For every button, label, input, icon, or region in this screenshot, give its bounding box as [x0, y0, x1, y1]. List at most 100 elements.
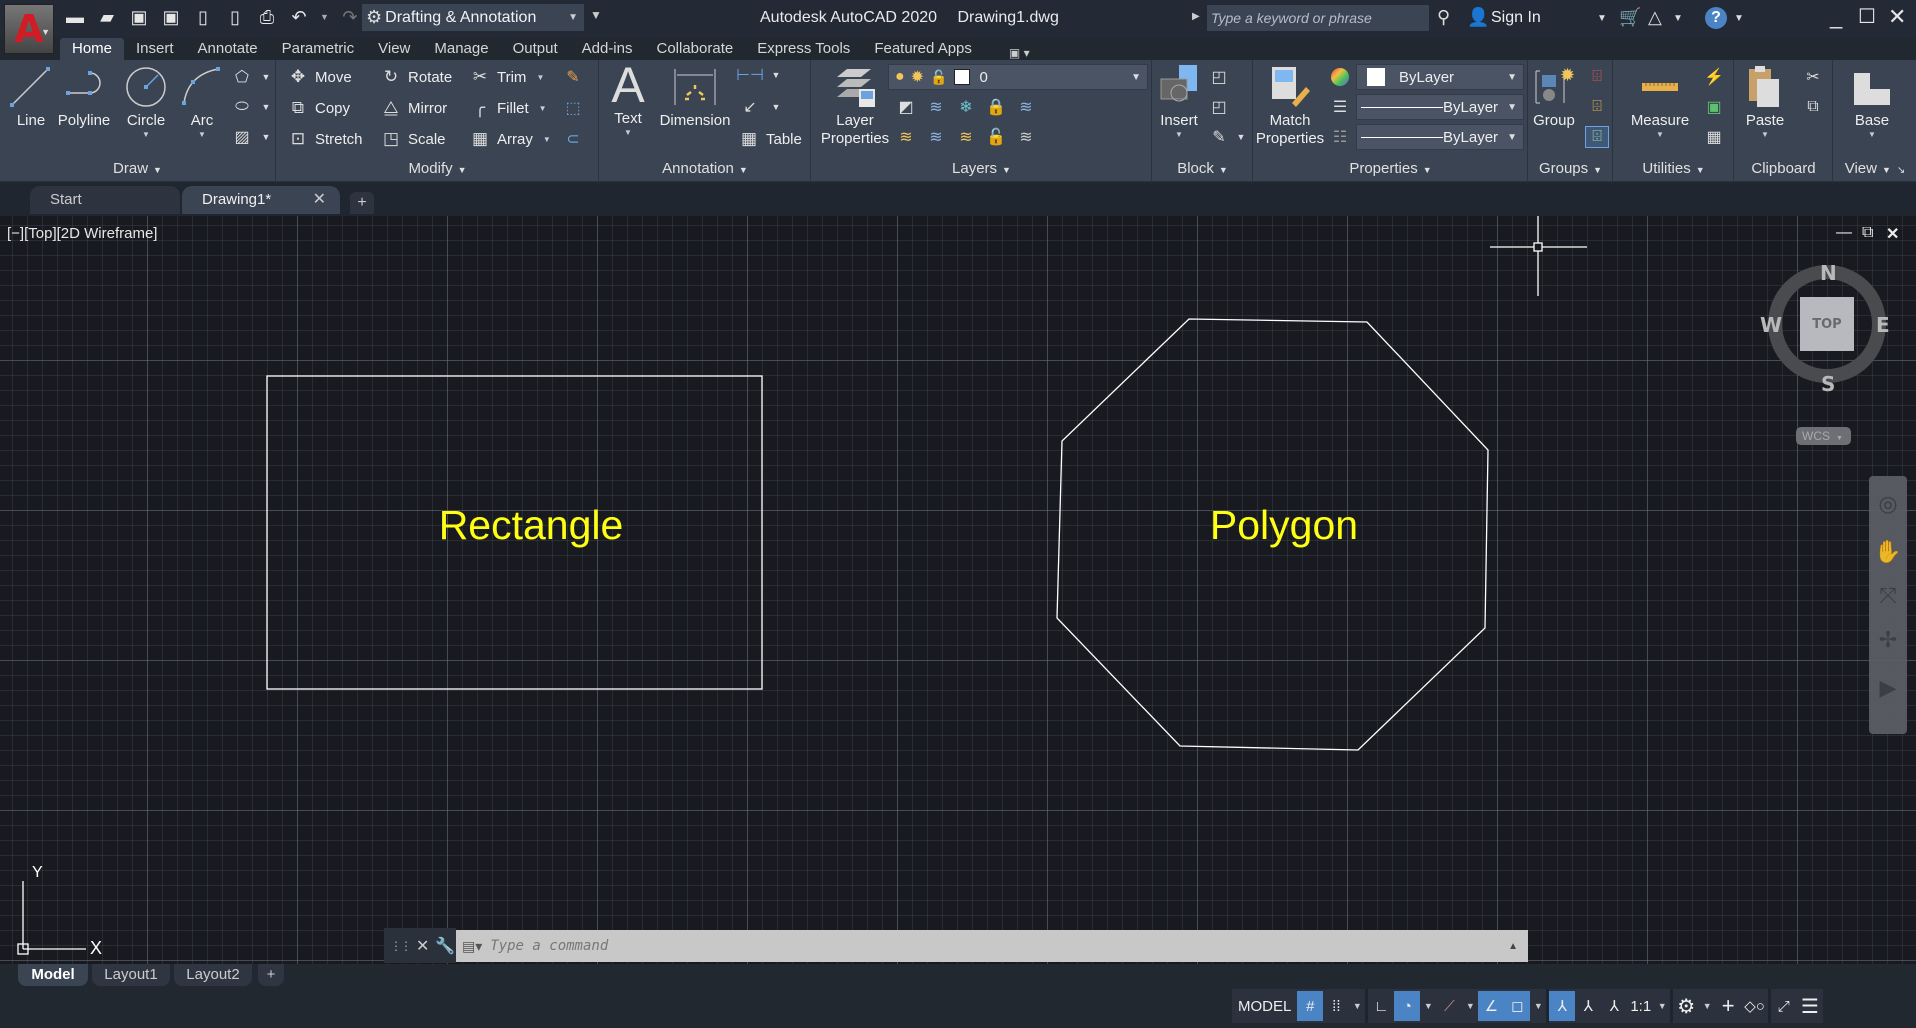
dimension-button[interactable]: Dimension	[656, 64, 734, 130]
recent-commands-icon[interactable]: ▤▾	[462, 938, 482, 955]
tab-featured-apps[interactable]: Featured Apps	[862, 38, 984, 60]
copy-clip-icon[interactable]: ⧉	[1801, 96, 1825, 118]
make-current-icon[interactable]: ≋	[1014, 96, 1038, 118]
line-button[interactable]: Line	[10, 64, 52, 130]
mirror-button[interactable]: ⧋ Mirror	[380, 97, 447, 119]
chevron-down-icon[interactable]: ▼	[142, 130, 150, 140]
isodraft-dropdown-icon[interactable]: ▼	[1462, 991, 1478, 1021]
copy-button[interactable]: ⧉ Copy	[287, 97, 350, 119]
help-icon[interactable]: ?	[1705, 7, 1727, 29]
calculator-icon[interactable]: ▦	[1702, 126, 1726, 148]
measure-button[interactable]: Measure ▼	[1622, 64, 1698, 140]
group-selection-toggle-icon[interactable]: ⌹	[1585, 126, 1609, 148]
chevron-down-icon[interactable]: ▼	[764, 96, 788, 118]
rectangle-label[interactable]: Rectangle	[439, 502, 624, 548]
move-button[interactable]: ✥ Move	[287, 66, 352, 88]
utilities-panel-label[interactable]: Utilities ▼	[1614, 158, 1733, 180]
quick-select-icon[interactable]: ⚡	[1702, 66, 1726, 88]
paste-button[interactable]: Paste ▼	[1737, 64, 1793, 140]
tab-output[interactable]: Output	[501, 38, 570, 60]
tab-home[interactable]: Home	[60, 38, 125, 60]
array-button[interactable]: ▦ Array ▼	[469, 128, 551, 150]
snap-dropdown-icon[interactable]: ▼	[1349, 991, 1365, 1021]
ribbon-display-toggle-icon[interactable]: ▣ ▾	[1009, 46, 1030, 60]
layer-unisolate-icon[interactable]: ≋	[924, 126, 948, 148]
drawing-canvas[interactable]: [−][Top][2D Wireframe] — ⧉ ✕ Rectangle P…	[0, 216, 1916, 964]
tab-start[interactable]: Start	[30, 186, 180, 214]
tab-layout1[interactable]: Layout1	[92, 964, 170, 986]
match-properties-button[interactable]: Match Properties	[1254, 64, 1326, 148]
pan-hand-icon[interactable]: ✋	[1874, 538, 1902, 566]
undo-dropdown-icon[interactable]: ▼	[320, 12, 329, 22]
compass-north[interactable]: N	[1820, 261, 1837, 285]
polygon-label[interactable]: Polygon	[1210, 502, 1358, 548]
viewcube-top-face[interactable]: TOP	[1800, 297, 1854, 351]
layer-thaw-all-icon[interactable]: ≋	[954, 126, 978, 148]
redo-icon[interactable]: ↷	[339, 6, 361, 28]
zoom-extents-icon[interactable]: ⤧	[1874, 582, 1902, 610]
compass-east[interactable]: E	[1876, 313, 1890, 337]
annotation-scale-icon[interactable]: ⅄	[1601, 991, 1627, 1021]
stretch-button[interactable]: ⊡ Stretch	[287, 128, 363, 150]
match-layer-icon[interactable]: ≋	[1014, 126, 1038, 148]
edit-attributes-icon[interactable]: ✎	[1207, 126, 1231, 148]
object-snap-dropdown-icon[interactable]: ▼	[1530, 991, 1546, 1021]
chevron-down-icon[interactable]: ▼	[254, 96, 278, 118]
workspace-dropdown-icon[interactable]: ▼	[1699, 991, 1715, 1021]
compass-south[interactable]: S	[1821, 372, 1835, 396]
properties-panel-label[interactable]: Properties ▼	[1254, 158, 1527, 180]
draw-panel-label[interactable]: Draw ▼	[0, 158, 275, 180]
annotation-scale-dropdown-icon[interactable]: ▼	[1654, 991, 1670, 1021]
insert-button[interactable]: Insert ▼	[1155, 64, 1203, 140]
annotation-panel-label[interactable]: Annotation ▼	[600, 158, 810, 180]
workspace-switcher[interactable]: ⚙ Drafting & Annotation ▼	[362, 4, 584, 31]
circle-button[interactable]: Circle ▼	[122, 64, 170, 140]
cart-icon[interactable]: 🛒	[1619, 7, 1641, 28]
trim-button[interactable]: ✂ Trim ▼	[469, 66, 544, 88]
arc-button[interactable]: Arc ▼	[180, 64, 224, 140]
base-view-button[interactable]: Base ▼	[1844, 64, 1900, 140]
drag-handle-icon[interactable]: ⋮⋮	[390, 939, 412, 953]
group-button[interactable]: ✹ Group	[1529, 64, 1579, 130]
object-snap-tracking-icon[interactable]: ∠	[1478, 991, 1505, 1021]
linetype-dropdown[interactable]: ByLayer ▼	[1356, 124, 1524, 150]
a360-dropdown-icon[interactable]: ▼	[1673, 13, 1683, 24]
table-button[interactable]: ▦ Table	[738, 128, 802, 150]
showmotion-icon[interactable]: ▶	[1874, 674, 1902, 702]
tab-annotate[interactable]: Annotate	[186, 38, 270, 60]
tab-manage[interactable]: Manage	[422, 38, 500, 60]
tab-parametric[interactable]: Parametric	[270, 38, 367, 60]
chevron-down-icon[interactable]: ▼	[198, 130, 206, 140]
a360-icon[interactable]: △	[1648, 7, 1662, 28]
lineweight-dropdown[interactable]: ByLayer ▼	[1356, 94, 1524, 120]
erase-icon[interactable]: ✎	[561, 66, 585, 88]
plot-icon[interactable]: ⎙	[256, 6, 278, 28]
expand-search-icon[interactable]: ▶	[1192, 11, 1200, 22]
ellipse-tool-icon[interactable]: ⬭	[230, 96, 254, 118]
cut-icon[interactable]: ✂	[1801, 66, 1825, 88]
fillet-button[interactable]: ╭ Fillet ▼	[469, 97, 547, 119]
add-layout-button[interactable]: +	[258, 964, 284, 986]
object-snap-icon[interactable]: ◻	[1504, 991, 1531, 1021]
customize-wrench-icon[interactable]: 🔧	[435, 936, 455, 956]
select-all-icon[interactable]: ▣	[1702, 96, 1726, 118]
polar-dropdown-icon[interactable]: ▼	[1420, 991, 1436, 1021]
leader-icon[interactable]: ↙	[738, 96, 762, 118]
compass-west[interactable]: W	[1760, 313, 1782, 337]
close-tab-icon[interactable]: ✕	[313, 186, 326, 214]
undo-icon[interactable]: ↶	[288, 6, 310, 28]
layer-properties-button[interactable]: Layer Properties	[818, 64, 892, 148]
tab-express-tools[interactable]: Express Tools	[745, 38, 862, 60]
groups-panel-label[interactable]: Groups ▼	[1529, 158, 1612, 180]
command-input[interactable]	[490, 932, 1509, 960]
layer-dropdown[interactable]: ● ✹ 🔓 0 ▼	[888, 64, 1148, 90]
layer-off-icon[interactable]: ◩	[894, 96, 918, 118]
view-panel-label[interactable]: View ▼ ↘	[1834, 158, 1916, 180]
text-button[interactable]: A Text ▼	[606, 60, 650, 138]
clean-screen-icon[interactable]: ⤢	[1771, 991, 1797, 1021]
tab-model[interactable]: Model	[18, 964, 88, 986]
new-file-icon[interactable]: ▬	[64, 6, 86, 28]
layer-lock-icon[interactable]: 🔒	[984, 96, 1008, 118]
group-edit-icon[interactable]: ⌹	[1585, 96, 1609, 118]
layer-unlock-all-icon[interactable]: 🔓	[984, 126, 1008, 148]
